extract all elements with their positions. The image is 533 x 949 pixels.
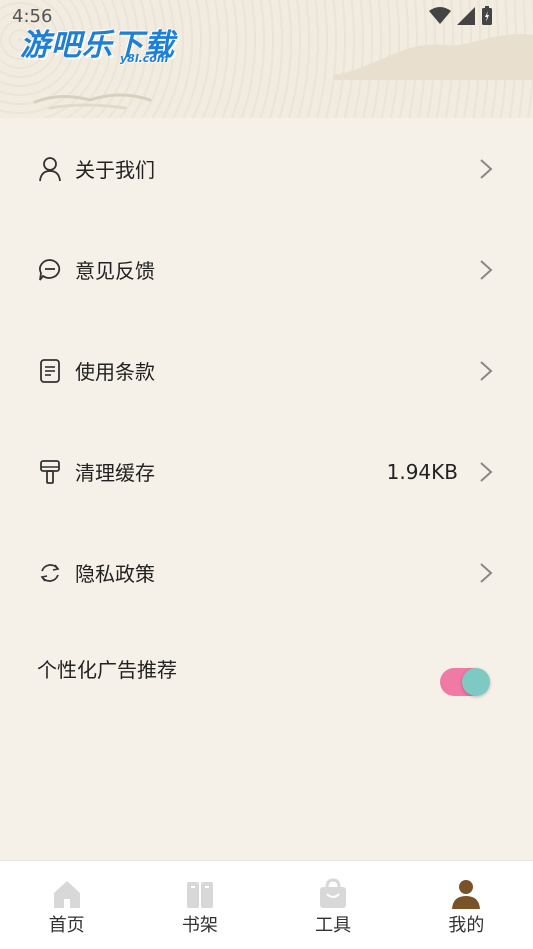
chevron-right-icon (480, 360, 493, 381)
refresh-icon (38, 561, 62, 585)
menu-item-clear-cache[interactable]: 清理缓存 1.94KB (0, 421, 533, 522)
cloud-decoration (33, 93, 152, 110)
status-icons (429, 6, 493, 26)
tab-label: 书架 (181, 915, 218, 936)
personalized-ads-row: 个性化广告推荐 (0, 616, 533, 716)
broom-icon (38, 459, 62, 484)
mountain-decoration (333, 34, 533, 80)
menu-item-feedback[interactable]: 意见反馈 (0, 219, 533, 320)
personalized-ads-toggle[interactable] (440, 668, 490, 696)
tab-label: 首页 (48, 915, 85, 936)
cache-size: 1.94KB (386, 459, 458, 484)
personalized-ads-label: 个性化广告推荐 (37, 658, 177, 682)
user-icon (38, 156, 62, 181)
menu-item-label: 清理缓存 (75, 461, 155, 485)
site-logo-domain: y8l.com (120, 52, 169, 65)
menu-item-label: 意见反馈 (75, 259, 155, 283)
menu-item-privacy[interactable]: 隐私政策 (0, 522, 533, 623)
tab-tools[interactable]: 工具 (267, 861, 400, 949)
chevron-right-icon (480, 461, 493, 482)
tab-label: 我的 (448, 915, 485, 936)
profile-icon (452, 880, 481, 909)
header-banner: 4:56 游吧乐下载 y8l.com (0, 0, 533, 118)
menu-item-terms[interactable]: 使用条款 (0, 320, 533, 421)
chevron-right-icon (480, 259, 493, 280)
menu-item-label: 使用条款 (75, 360, 155, 384)
books-icon (186, 882, 213, 908)
tab-mine[interactable]: 我的 (400, 861, 533, 949)
tab-label: 工具 (315, 915, 352, 936)
menu-item-label: 关于我们 (75, 158, 155, 182)
settings-menu: 关于我们 意见反馈 使用条款 清理缓存 1.94KB 隐私政策 (0, 118, 533, 623)
menu-item-about[interactable]: 关于我们 (0, 118, 533, 219)
signal-icon (457, 7, 475, 25)
menu-item-label: 隐私政策 (75, 562, 155, 586)
toggle-knob (462, 668, 490, 696)
bottom-tab-bar: 首页 书架 工具 我的 (0, 860, 533, 949)
tab-bookshelf[interactable]: 书架 (133, 861, 266, 949)
tab-home[interactable]: 首页 (0, 861, 133, 949)
chevron-right-icon (480, 562, 493, 583)
battery-icon (482, 6, 492, 25)
document-icon (38, 358, 62, 383)
wifi-icon (429, 7, 451, 24)
chevron-right-icon (480, 158, 493, 179)
bag-icon (320, 878, 347, 908)
chat-bubble-icon (38, 258, 62, 282)
home-icon (53, 881, 80, 908)
